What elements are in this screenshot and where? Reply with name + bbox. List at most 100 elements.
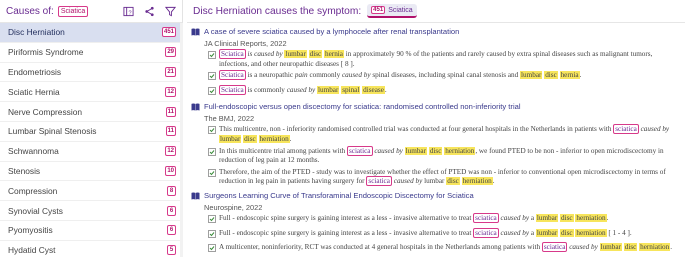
snippet-text: Sciatica is caused by lumbar disc hernia…	[219, 49, 681, 69]
cause-item[interactable]: Piriformis Syndrome 29	[0, 43, 182, 63]
cause-item[interactable]: Synovial Cysts 6	[0, 201, 182, 221]
cause-item[interactable]: Nerve Compression 11	[0, 102, 182, 122]
evidence-panel: Disc Herniation causes the symptom: 451 …	[187, 0, 685, 257]
cause-count-badge: 21	[165, 66, 176, 77]
relation-phrase: caused by	[341, 71, 371, 80]
cause-count-badge: 12	[165, 86, 176, 97]
evidence-snippet[interactable]: Sciatica is commonly caused by lumbar sp…	[208, 84, 681, 99]
cause-label: Lumbar Spinal Stenosis	[8, 126, 97, 137]
article-item: A case of severe sciatica caused by a ly…	[191, 27, 681, 98]
cause-item[interactable]: Pyomyositis 6	[0, 221, 182, 241]
causes-header: Causes of: Sciatica ?	[0, 0, 182, 23]
symptom-chip[interactable]: 451 Sciatica	[367, 4, 417, 18]
cause-item[interactable]: Compression 8	[0, 181, 182, 202]
snippet-segment: lumbar	[422, 177, 447, 186]
article-source: Neurospine, 2022	[204, 202, 263, 212]
cause-label: Hydatid Cyst	[8, 245, 56, 256]
symptom-mention: sciatica	[613, 124, 639, 135]
cause-mention: herniation	[639, 243, 671, 252]
snippet-text: This multicentre, non - inferiority rand…	[219, 124, 681, 144]
cause-mention: disc	[544, 71, 558, 80]
symptom-mention: Sciatica	[219, 49, 246, 59]
cause-mention: herniation	[258, 134, 290, 143]
article-source: The BMJ, 2022	[204, 114, 255, 124]
book-icon	[191, 102, 200, 114]
symptom-mention: Sciatica	[219, 84, 246, 95]
cause-mention: herniation	[444, 146, 476, 155]
evidence-snippet[interactable]: Therefore, the aim of the PTED - study w…	[208, 168, 681, 187]
evidence-snippet[interactable]: This multicentre, non - inferiority rand…	[208, 124, 681, 144]
symptom-count-badge: 451	[371, 6, 386, 14]
cause-count-badge: 6	[167, 205, 176, 216]
article-title-link[interactable]: Surgeons Learning Curve of Transforamina…	[191, 191, 681, 203]
share-icon[interactable]	[144, 6, 155, 17]
article-title-link[interactable]: A case of severe sciatica caused by a ly…	[191, 27, 681, 39]
filter-icon[interactable]	[165, 6, 176, 17]
cause-label: Endometriosis	[8, 66, 62, 77]
cause-mention: lumbar	[535, 228, 559, 237]
snippet-segment: .	[384, 85, 387, 94]
article-title: A case of severe sciatica caused by a ly…	[204, 27, 460, 36]
relation-phrase: caused by	[374, 146, 403, 155]
cause-item[interactable]: Sciatic Hernia 12	[0, 82, 182, 103]
cause-label: Stenosis	[8, 165, 41, 176]
cause-count-badge: 5	[167, 245, 176, 256]
causes-panel: Causes of: Sciatica ? Disc Herniation 451…	[0, 0, 183, 257]
book-icon	[191, 27, 200, 39]
snippet-segment: is a neuropathic	[245, 71, 295, 80]
cause-count-badge: 29	[165, 47, 176, 58]
cause-item[interactable]: Lumbar Spinal Stenosis 11	[0, 122, 182, 142]
cause-mention: herniation	[575, 213, 607, 222]
svg-text:?: ?	[129, 10, 132, 16]
cause-label: Piriformis Syndrome	[8, 47, 84, 58]
snippet-text: Full - endoscopic spine surgery is gaini…	[219, 212, 608, 224]
cause-mention: lumbar	[284, 50, 307, 58]
article-title: Full-endoscopic versus open discectomy f…	[204, 102, 521, 112]
evidence-snippet[interactable]: Sciatica is caused by lumbar disc hernia…	[208, 49, 681, 69]
evidence-snippet[interactable]: In this multicentre trial among patients…	[208, 145, 681, 166]
sidebar-toggle-icon[interactable]: ?	[123, 6, 134, 17]
snippet-segment: .	[492, 177, 495, 186]
relation-phrase: caused by	[569, 243, 598, 252]
relation-phrase: caused by	[286, 85, 316, 94]
cause-item[interactable]: Hydatid Cyst 5	[0, 241, 182, 257]
snippet-segment: .	[579, 71, 582, 80]
cause-item[interactable]: Stenosis 10	[0, 162, 182, 182]
cause-mention: lumbar	[317, 85, 340, 94]
cause-label: Disc Herniation	[8, 27, 65, 38]
snippet-text: Full - endoscopic spine surgery is gaini…	[219, 227, 632, 239]
evidence-snippet[interactable]: A multicenter, noninferiority, RCT was c…	[208, 242, 681, 256]
causes-list: Disc Herniation 451 Piriformis Syndrome 29 E…	[0, 23, 182, 257]
cause-mention: disc	[243, 134, 257, 143]
cause-item[interactable]: Endometriosis 21	[0, 63, 182, 83]
causes-scrollbar[interactable]	[180, 23, 183, 257]
cause-mention: lumbar	[535, 213, 559, 222]
cause-mention: lumbar	[404, 146, 428, 155]
cause-count-badge: 11	[165, 106, 176, 117]
snippet-segment: .	[670, 243, 673, 252]
evidence-snippet[interactable]: Full - endoscopic spine surgery is gaini…	[208, 227, 681, 242]
cause-count-badge: 8	[167, 185, 176, 196]
article-title-link[interactable]: Full-endoscopic versus open discectomy f…	[191, 102, 681, 114]
evidence-snippet[interactable]: Sciatica is a neuropathic pain commonly …	[208, 70, 681, 84]
cause-item[interactable]: Schwannoma 12	[0, 142, 182, 162]
cause-label: Sciatic Hernia	[8, 86, 60, 97]
snippet-icon	[208, 125, 216, 138]
cause-mention: disc	[428, 146, 443, 155]
symptom-mention: Sciatica	[219, 70, 246, 81]
snippet-segment: a	[529, 213, 536, 222]
cause-item[interactable]: Disc Herniation 451	[0, 23, 182, 43]
snippet-segment: spinal diseases, including spinal canal …	[370, 71, 521, 80]
cause-mention: lumbar	[599, 243, 622, 252]
book-icon	[191, 191, 200, 203]
snippet-segment: In this multicentre trial among patients…	[219, 146, 347, 155]
cause-count-badge: 12	[165, 146, 176, 157]
snippet-icon	[208, 86, 216, 99]
symptom-mention: sciatica	[366, 176, 392, 187]
search-term-chip[interactable]: Sciatica	[57, 5, 89, 17]
relation-phrase: pain	[294, 71, 308, 80]
snippet-icon	[208, 147, 216, 160]
evidence-snippet[interactable]: Full - endoscopic spine surgery is gaini…	[208, 212, 681, 227]
causes-header-label: Causes of:	[6, 5, 54, 17]
article-list: A case of severe sciatica caused by a ly…	[187, 23, 685, 256]
